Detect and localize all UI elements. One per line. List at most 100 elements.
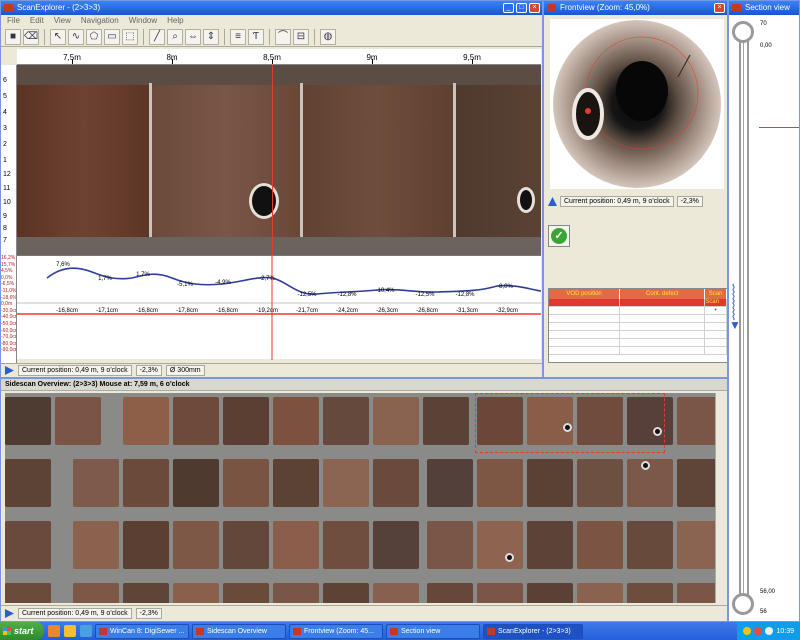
pipe-tile (273, 459, 319, 507)
frontview-title: Frontview (Zoom: 45,0%) (560, 3, 650, 12)
zoom-icon[interactable]: ⌕ (167, 28, 183, 45)
pipe-tile (373, 397, 419, 445)
text-tool-icon[interactable]: Ƭ (248, 28, 264, 45)
table-cell (705, 339, 727, 346)
ruler-left-label: 2 (3, 141, 7, 148)
security-icon[interactable] (754, 627, 763, 635)
play-icon[interactable] (5, 609, 14, 618)
diameter-value: Ø 300mm (165, 365, 205, 376)
menu-edit[interactable]: Edit (30, 15, 44, 27)
taskbar-item[interactable]: WinCan 8: DigiSewer ... (95, 623, 189, 639)
table-row[interactable] (549, 339, 727, 347)
graph-upper-label: -12,5% (297, 292, 317, 298)
system-tray: 10:39 (737, 622, 800, 640)
up-icon[interactable] (548, 197, 557, 206)
pipe-tile (577, 521, 623, 569)
folder-icon[interactable] (64, 625, 76, 637)
menu-file[interactable]: File (7, 15, 20, 27)
viewport-selection[interactable] (475, 393, 665, 453)
table-row[interactable] (549, 347, 727, 355)
lateral-connection[interactable] (517, 187, 535, 213)
fit-width-icon[interactable]: ⇔ (185, 28, 201, 45)
menu-navigation[interactable]: Navigation (81, 15, 119, 27)
graph-icon[interactable]: ⊟ (293, 28, 309, 45)
side-scroll-handle[interactable]: ⌇ ⌇ ⌇ ⌇ ▼ (729, 283, 741, 345)
column-header[interactable]: VOD position (549, 289, 621, 299)
observation-table[interactable]: VOD position Cont. defect Scan Scan • (548, 288, 727, 363)
pipe-tile (5, 459, 51, 507)
lateral-connection[interactable] (641, 461, 650, 470)
desktop-icon[interactable] (80, 625, 92, 637)
polyline-icon[interactable]: ∿ (68, 28, 84, 45)
sidescan-scrollbar[interactable] (715, 393, 727, 603)
globe-icon[interactable]: ◍ (320, 28, 336, 45)
pipe-tile (123, 583, 169, 603)
stop-icon[interactable]: ■ (5, 28, 21, 45)
unrolled-pipe-image[interactable] (17, 65, 541, 255)
front-camera-view[interactable] (550, 19, 724, 189)
graph-lower-label: -31,3cm (456, 308, 478, 314)
profile-icon[interactable]: ⌒ (275, 28, 291, 45)
browser-icon[interactable] (48, 625, 60, 637)
pointer-icon[interactable]: ↖ (50, 28, 66, 45)
fit-height-icon[interactable]: ⇕ (203, 28, 219, 45)
pipe-segment (152, 85, 300, 237)
ruler-icon[interactable]: ╱ (149, 28, 165, 45)
sidescan-image[interactable] (5, 393, 717, 603)
minimize-button[interactable]: _ (503, 3, 514, 13)
section-slider-top-knob[interactable] (732, 21, 754, 43)
scan-explorer-titlebar[interactable]: ScanExplorer - (2>3>3) _ □ × (1, 1, 542, 15)
maximize-button[interactable]: □ (516, 3, 527, 13)
scan-status-bar: Current position: 0,49 m, 9 o'clock -2,3… (1, 363, 542, 377)
sidescan-title: Sidescan Overview: (2>3>3) Mouse at: 7,5… (1, 379, 727, 391)
close-button[interactable]: × (529, 3, 540, 13)
taskbar-item[interactable]: ScanExplorer - (2>3>3) (483, 623, 583, 639)
lateral-connection[interactable] (505, 553, 514, 562)
taskbar-item[interactable]: Sidescan Overview (192, 623, 286, 639)
menu-window[interactable]: Window (129, 15, 157, 27)
checkmark-icon: ✓ (551, 228, 567, 244)
deformation-graph[interactable]: 7,6% 1,7% 1,7% -5,1% -4,9% -2,7% -12,5% … (17, 255, 541, 360)
confirm-button[interactable]: ✓ (548, 225, 570, 247)
position-cursor[interactable] (272, 65, 273, 255)
pipe-tile (577, 583, 623, 603)
polygon-icon[interactable]: ⬠ (86, 28, 102, 45)
graph-axis-label: 16,2% (1, 255, 16, 261)
column-header[interactable]: Cont. defect (620, 289, 706, 299)
pipe-tile (427, 521, 473, 569)
column-header[interactable]: Scan (705, 289, 727, 299)
pipe-tile (527, 521, 573, 569)
network-icon[interactable] (743, 627, 752, 635)
pipe-tile (223, 583, 269, 603)
frontview-titlebar[interactable]: Frontview (Zoom: 45,0%) × (544, 1, 727, 15)
taskbar-item[interactable]: Frontview (Zoom: 45... (289, 623, 383, 639)
menu-view[interactable]: View (54, 15, 71, 27)
eraser-icon[interactable]: ⌫ (23, 28, 39, 45)
lines-icon[interactable]: ≡ (230, 28, 246, 45)
taskbar-item[interactable]: Section view (386, 623, 480, 639)
rectangle-icon[interactable]: ▭ (104, 28, 120, 45)
menu-help[interactable]: Help (167, 15, 183, 27)
ruler-left-label: 12 (3, 171, 11, 178)
close-button[interactable]: × (714, 3, 725, 13)
graph-lower-label: -32,9cm (496, 308, 518, 314)
table-row[interactable]: Scan (549, 299, 727, 307)
section-slider-bottom-knob[interactable] (732, 593, 754, 615)
table-row[interactable]: • (549, 307, 727, 315)
pipe-tile (5, 521, 51, 569)
start-button[interactable]: start (0, 622, 44, 640)
table-row[interactable] (549, 315, 727, 323)
section-slider-track[interactable] (739, 29, 749, 609)
graph-axis-label: 0,0m (1, 301, 13, 308)
table-row[interactable] (549, 331, 727, 339)
play-icon[interactable] (5, 366, 14, 375)
volume-icon[interactable] (765, 627, 774, 635)
lateral-connection[interactable] (249, 183, 279, 219)
graph-upper-label: -2,7% (259, 276, 275, 282)
graph-lower-label: -24,2cm (336, 308, 358, 314)
section-view-titlebar[interactable]: Section view (729, 1, 799, 15)
select-rect-icon[interactable]: ⬚ (122, 28, 138, 45)
clock[interactable]: 10:39 (776, 628, 794, 635)
table-row[interactable] (549, 323, 727, 331)
pipe-tile (427, 459, 473, 507)
